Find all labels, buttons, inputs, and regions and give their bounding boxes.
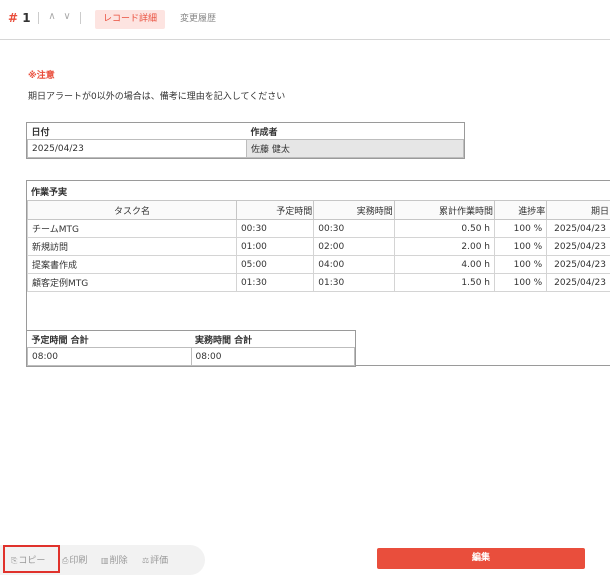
print-icon: ⎙ (62, 556, 69, 565)
plan-total-label: 予定時間 合計 (31, 335, 89, 346)
plan-time: 01:00 (235, 237, 315, 256)
delete-button[interactable]: ▥削除 (101, 553, 128, 566)
due-date: 2025/04/23 (546, 273, 610, 292)
plan-time: 00:30 (235, 219, 315, 238)
column-header-task: タスク名 (27, 200, 237, 220)
actual-time: 01:30 (313, 273, 395, 292)
progress-rate: 100 % (493, 273, 548, 292)
column-header-plan: 予定時間 (235, 200, 315, 220)
actual-time: 04:00 (313, 255, 395, 274)
record-prefix: # (8, 11, 23, 25)
record-header: # 1 ∧ ∨ レコード詳細 変更履歴 (0, 0, 610, 40)
rate-label: 評価 (150, 556, 169, 566)
cumulative-time: 4.00 h (393, 255, 496, 274)
edit-button[interactable]: 編集 (377, 548, 585, 569)
column-header-cumulative: 累計作業時間 (393, 200, 496, 220)
next-record-button[interactable]: ∨ (61, 10, 73, 24)
table-row: 提案書作成 05:00 04:00 4.00 h 100 % 2025/04/2… (27, 255, 610, 274)
actual-time: 00:30 (313, 219, 395, 238)
plan-time: 05:00 (235, 255, 315, 274)
actual-total-label: 実務時間 合計 (195, 335, 253, 346)
task-name: チームMTG (27, 219, 237, 238)
due-date: 2025/04/23 (546, 255, 610, 274)
prev-record-button[interactable]: ∧ (46, 10, 58, 24)
date-value: 2025/04/23 (26, 139, 248, 158)
cumulative-time: 2.00 h (393, 237, 496, 256)
due-date: 2025/04/23 (546, 219, 610, 238)
date-label: 日付 (31, 127, 50, 138)
print-label: 印刷 (69, 556, 88, 566)
info-section: 日付 作成者 2025/04/23 佐藤 健太 (26, 122, 465, 159)
actual-time: 02:00 (313, 237, 395, 256)
cumulative-time: 1.50 h (393, 273, 496, 292)
table-row: 新規訪問 01:00 02:00 2.00 h 100 % 2025/04/23 (27, 237, 610, 256)
totals-section: 予定時間 合計 実務時間 合計 08:00 08:00 (26, 330, 356, 367)
table-header-row: タスク名 予定時間 実務時間 累計作業時間 進捗率 期日 (27, 200, 610, 220)
record-number: # 1 (8, 11, 31, 25)
plan-total-value: 08:00 (27, 347, 192, 366)
record-number-value: 1 (22, 11, 31, 25)
table-row: チームMTG 00:30 00:30 0.50 h 100 % 2025/04/… (27, 219, 610, 238)
print-button[interactable]: ⎙印刷 (62, 553, 87, 566)
actual-total-value: 08:00 (190, 347, 355, 366)
rate-icon: ⚖ (142, 556, 150, 565)
work-table-title: 作業予実 (31, 188, 68, 198)
column-header-actual: 実務時間 (313, 200, 395, 220)
task-name: 新規訪問 (27, 237, 237, 256)
column-header-due: 期日 (546, 200, 610, 220)
divider (38, 12, 39, 24)
work-table: タスク名 予定時間 実務時間 累計作業時間 進捗率 期日 チームMTG 00:3… (27, 200, 610, 292)
note-text: 期日アラートが0以外の場合は、備考に理由を記入してください (28, 92, 286, 102)
creator-value: 佐藤 健太 (246, 139, 464, 158)
progress-rate: 100 % (493, 237, 548, 256)
task-name: 顧客定例MTG (27, 273, 237, 292)
table-row: 顧客定例MTG 01:30 01:30 1.50 h 100 % 2025/04… (27, 273, 610, 292)
plan-time: 01:30 (235, 273, 315, 292)
trash-icon: ▥ (101, 556, 109, 565)
tab-record-detail[interactable]: レコード詳細 (95, 10, 166, 29)
rate-button[interactable]: ⚖評価 (142, 553, 168, 566)
delete-label: 削除 (109, 556, 128, 566)
note-title: ※注意 (28, 71, 55, 81)
copy-highlight-box (3, 545, 60, 573)
tab-change-history[interactable]: 変更履歴 (172, 10, 224, 29)
cumulative-time: 0.50 h (393, 219, 496, 238)
column-header-progress: 進捗率 (493, 200, 548, 220)
divider (80, 12, 81, 24)
progress-rate: 100 % (493, 219, 548, 238)
creator-label: 作成者 (250, 127, 278, 138)
due-date: 2025/04/23 (546, 237, 610, 256)
task-name: 提案書作成 (27, 255, 237, 274)
progress-rate: 100 % (493, 255, 548, 274)
